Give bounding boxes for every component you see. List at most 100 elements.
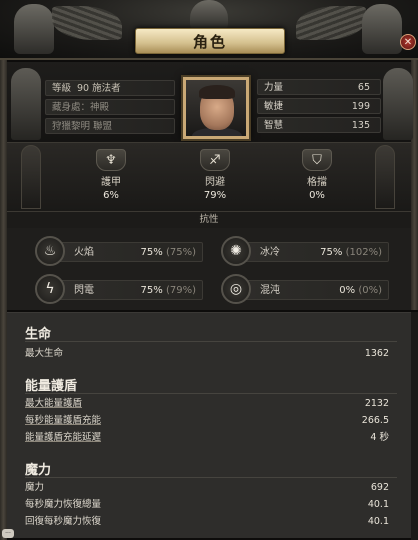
guild-row[interactable]: 狩獵黎明 聯盟 [45,118,175,134]
block-icon: ⛉ [302,149,332,171]
defense-value: 0% [309,190,325,201]
left-wing-ornament [52,6,122,40]
resist-max: (75%) [165,247,196,258]
resist-current: 75% [140,285,163,296]
stats-scrollbar[interactable] [411,312,418,540]
window-header: 角色 ✕ [0,0,418,60]
resist-bar: 閃電 75% (79%) [57,280,203,300]
defense-label: 護甲 [101,177,121,188]
resist-chaos[interactable]: 混沌 0% (0%) ◎ [221,274,389,304]
resist-current: 0% [339,285,356,296]
chat-icon[interactable]: ··· [2,529,14,538]
defenses-panel: ♆ 護甲 6% ♐ 閃避 79% ⛉ 格擋 0% [7,142,411,212]
title-plate: 角色 [135,28,285,54]
close-button[interactable]: ✕ [400,34,416,50]
attribute-value: 135 [351,120,370,131]
left-frame [0,60,7,540]
resist-fire[interactable]: 火焰 75% (75%) ♨ [35,236,203,266]
resist-bar: 火焰 75% (75%) [57,242,203,262]
left-figure-ornament [11,68,41,140]
stat-row[interactable]: 最大能量護盾 2132 [25,397,397,411]
stat-row[interactable]: 每秒能量護盾充能 266.5 [25,414,397,428]
stat-label: 每秒魔力恢復總量 [25,499,102,510]
resist-max: (102%) [345,247,382,258]
armour-icon: ♆ [96,149,126,171]
defense-armour[interactable]: ♆ 護甲 6% [67,147,155,209]
right-wing-ornament [296,6,366,40]
resist-bar: 冰冷 75% (102%) [243,242,389,262]
stat-value: 266.5 [361,415,389,426]
resist-current: 75% [140,247,163,258]
resist-lightning[interactable]: 閃電 75% (79%) ϟ [35,274,203,304]
resist-cold[interactable]: 冰冷 75% (102%) ✺ [221,236,389,266]
resist-value: 0% (0%) [339,281,382,301]
stat-value: 1362 [364,348,389,359]
stat-row[interactable]: 魔力 692 [25,481,397,495]
resist-label: 冰冷 [260,247,280,258]
stat-row[interactable]: 能量護盾充能延遲 4 秒 [25,431,397,445]
level-value: 90 [77,83,90,94]
energy-shield-heading: 能量護盾 [25,379,78,394]
portrait-hair [199,85,235,99]
attribute-label: 力量 [264,82,284,93]
resist-current: 75% [320,247,343,258]
arch-ornament [375,145,395,209]
stats-panel: 生命 最大生命 1362 能量護盾 最大能量護盾 2132 每秒能量護盾充能 2… [7,312,411,538]
cold-glyph: ✺ [230,243,242,259]
stat-label: 能量護盾充能延遲 [25,432,102,443]
resist-value: 75% (79%) [141,281,196,301]
resist-value: 75% (75%) [141,243,196,263]
arch-ornament [21,145,41,209]
section-divider [25,393,397,394]
defense-block[interactable]: ⛉ 格擋 0% [273,147,361,209]
fire-glyph: ♨ [43,243,57,259]
resists-panel: 火焰 75% (75%) ♨ 冰冷 75% (102%) ✺ 閃電 75% (7… [7,228,411,310]
stat-row[interactable]: 每秒魔力恢復總量 40.1 [25,498,397,512]
fire-icon: ♨ [35,236,65,266]
attributes-list: 力量 65 敏捷 199 智慧 135 [257,79,381,136]
stat-row[interactable]: 最大生命 1362 [25,347,397,361]
stat-value: 4 秒 [370,432,389,443]
level-label: 等級 [52,83,72,94]
evasion-icon: ♐ [200,149,230,171]
center-statue-ornament [190,0,228,30]
defense-label: 閃避 [205,177,225,188]
close-icon: ✕ [403,36,413,48]
location-label: 藏身處： [52,102,91,113]
defense-evasion[interactable]: ♐ 閃避 79% [171,147,259,209]
resist-value: 75% (102%) [320,243,382,263]
attribute-label: 智慧 [264,120,284,131]
stat-row[interactable]: 回復每秒魔力恢復 40.1 [25,515,397,529]
attribute-intelligence[interactable]: 智慧 135 [257,117,381,133]
stat-value: 692 [370,482,389,493]
stat-value: 2132 [364,398,389,409]
window-title: 角色 [192,32,227,51]
section-divider [25,341,397,342]
resist-section-title: 抗性 [7,212,411,228]
stat-label: 每秒能量護盾充能 [25,415,102,426]
section-divider [25,477,397,478]
guild-name: 狩獵黎明 聯盟 [52,121,113,132]
armour-glyph: ♆ [105,152,117,168]
level-class-row: 等級 90 施法者 [45,80,175,96]
attribute-strength[interactable]: 力量 65 [257,79,381,95]
resist-label: 火焰 [74,247,94,258]
attribute-value: 65 [357,82,370,93]
evasion-glyph: ♐ [209,152,221,168]
chaos-icon: ◎ [221,274,251,304]
attribute-dexterity[interactable]: 敏捷 199 [257,98,381,114]
lightning-glyph: ϟ [45,281,55,297]
character-identity-panel: 等級 90 施法者 藏身處：神殿 狩獵黎明 聯盟 力量 65 敏捷 199 智慧 … [7,62,413,142]
attribute-value: 199 [351,101,370,112]
right-figure-ornament [383,68,413,140]
stat-value: 40.1 [367,499,389,510]
class-name: 施法者 [92,83,121,94]
character-portrait[interactable] [183,77,249,139]
stat-label: 最大能量護盾 [25,398,83,409]
attribute-label: 敏捷 [264,101,284,112]
defense-label: 格擋 [307,177,327,188]
chaos-glyph: ◎ [229,281,243,297]
resist-max: (0%) [358,285,382,296]
resist-max: (79%) [165,285,196,296]
left-statue-ornament [14,4,54,54]
